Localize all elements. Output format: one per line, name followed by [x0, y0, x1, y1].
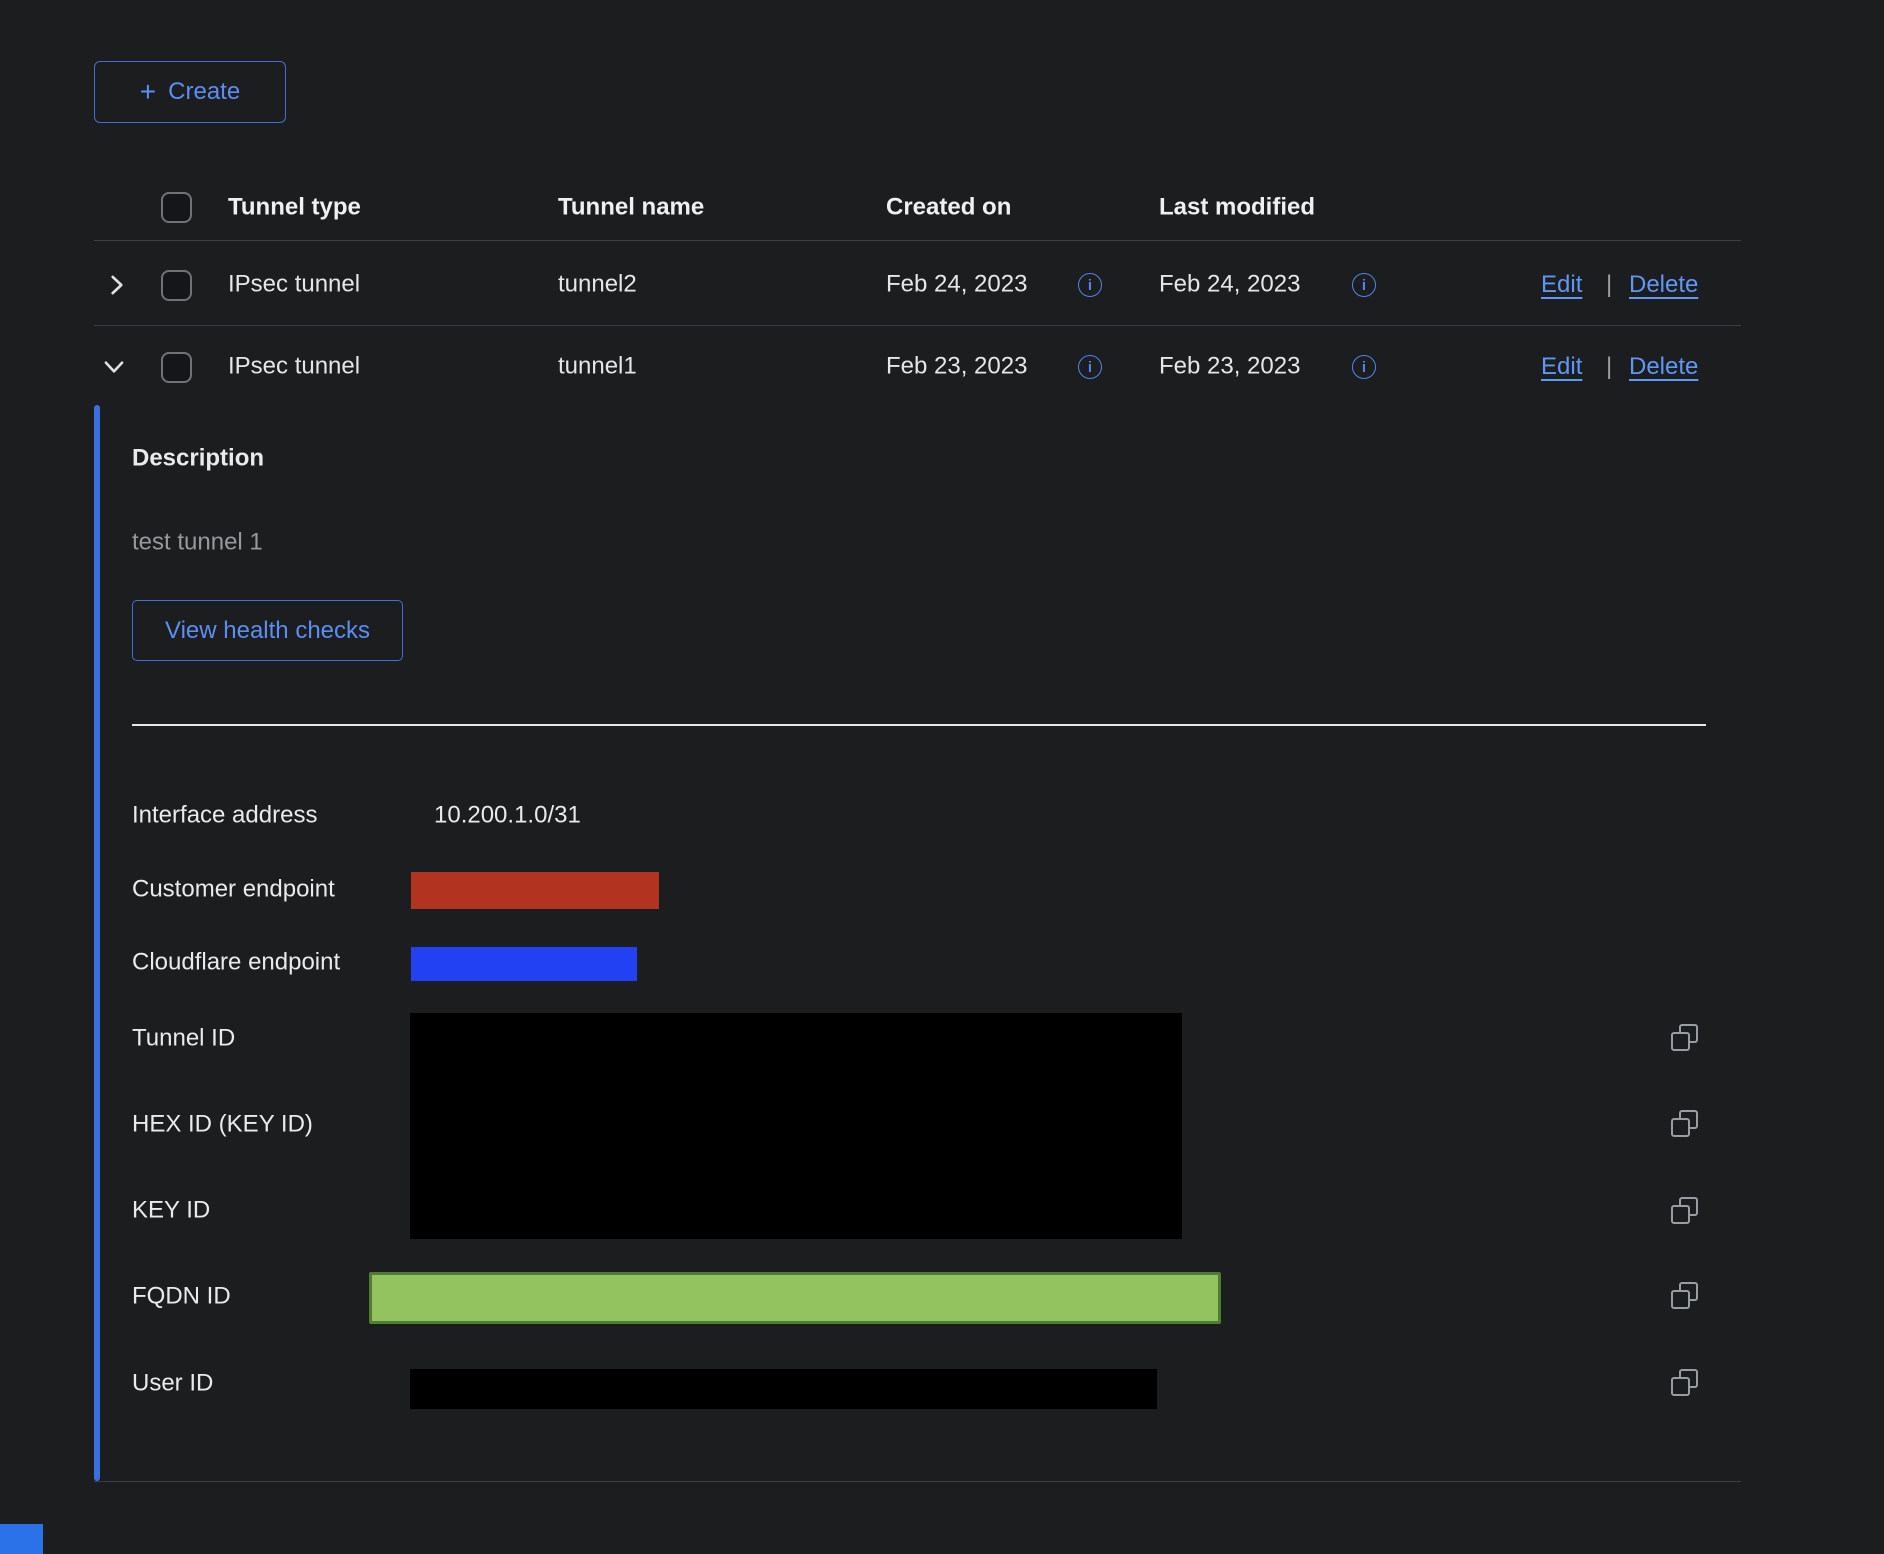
view-health-checks-label: View health checks	[165, 617, 370, 645]
hex-id-label: HEX ID (KEY ID)	[132, 1111, 313, 1140]
header-divider	[94, 240, 1741, 241]
copy-icon-front	[1671, 1032, 1690, 1051]
delete-link[interactable]: Delete	[1629, 353, 1698, 381]
expanded-row-indicator-bar	[94, 405, 100, 1481]
column-header-last-modified: Last modified	[1159, 194, 1315, 223]
interface-address-value: 10.200.1.0/31	[434, 802, 581, 831]
info-icon[interactable]: i	[1352, 273, 1376, 297]
last-modified-cell: Feb 24, 2023	[1159, 271, 1300, 300]
bottom-left-blue-element	[0, 1524, 43, 1554]
copy-icon[interactable]	[1671, 1110, 1698, 1142]
tunnel-name-cell: tunnel1	[558, 353, 637, 382]
user-id-redaction	[410, 1369, 1157, 1409]
interface-address-label: Interface address	[132, 802, 317, 831]
column-header-created-on: Created on	[886, 194, 1011, 223]
action-separator: |	[1606, 271, 1612, 299]
select-all-checkbox[interactable]	[161, 192, 192, 223]
info-icon-glyph: i	[1362, 278, 1366, 293]
created-on-cell: Feb 23, 2023	[886, 353, 1027, 382]
last-modified-cell: Feb 23, 2023	[1159, 353, 1300, 382]
description-value: test tunnel 1	[132, 529, 263, 558]
fqdn-id-redaction	[369, 1272, 1221, 1324]
plus-icon: +	[140, 76, 156, 108]
panel-bottom-divider	[94, 1481, 1741, 1482]
info-icon-glyph: i	[1088, 278, 1092, 293]
section-divider	[132, 724, 1706, 726]
copy-icon[interactable]	[1671, 1369, 1698, 1401]
info-icon-glyph: i	[1362, 360, 1366, 375]
delete-link[interactable]: Delete	[1629, 271, 1698, 299]
row-checkbox[interactable]	[161, 270, 192, 301]
edit-link[interactable]: Edit	[1541, 271, 1582, 299]
description-label: Description	[132, 445, 264, 474]
tunnels-page: + Create Tunnel type Tunnel name Created…	[0, 0, 1884, 1554]
copy-icon[interactable]	[1671, 1024, 1698, 1056]
info-icon-glyph: i	[1088, 360, 1092, 375]
row-divider	[94, 325, 1741, 326]
action-separator: |	[1606, 353, 1612, 381]
create-button[interactable]: + Create	[94, 61, 286, 123]
copy-icon[interactable]	[1671, 1197, 1698, 1229]
tunnel-id-label: Tunnel ID	[132, 1025, 235, 1054]
cloudflare-endpoint-redaction	[411, 947, 637, 981]
view-health-checks-button[interactable]: View health checks	[132, 600, 403, 661]
create-button-label: Create	[168, 78, 240, 106]
chevron-right-icon[interactable]	[104, 272, 130, 298]
info-icon[interactable]: i	[1078, 355, 1102, 379]
info-icon[interactable]: i	[1352, 355, 1376, 379]
copy-icon-front	[1671, 1290, 1690, 1309]
info-icon[interactable]: i	[1078, 273, 1102, 297]
edit-link[interactable]: Edit	[1541, 353, 1582, 381]
customer-endpoint-redaction	[411, 872, 659, 909]
fqdn-id-label: FQDN ID	[132, 1283, 231, 1312]
key-id-label: KEY ID	[132, 1197, 210, 1226]
cloudflare-endpoint-label: Cloudflare endpoint	[132, 949, 340, 978]
copy-icon-front	[1671, 1377, 1690, 1396]
tunnel-type-cell: IPsec tunnel	[228, 353, 360, 382]
customer-endpoint-label: Customer endpoint	[132, 876, 335, 905]
user-id-label: User ID	[132, 1370, 213, 1399]
tunnel-ids-redaction	[410, 1013, 1182, 1239]
column-header-tunnel-name: Tunnel name	[558, 194, 704, 223]
created-on-cell: Feb 24, 2023	[886, 271, 1027, 300]
tunnel-type-cell: IPsec tunnel	[228, 271, 360, 300]
copy-icon-front	[1671, 1118, 1690, 1137]
row-checkbox[interactable]	[161, 352, 192, 383]
copy-icon-front	[1671, 1205, 1690, 1224]
copy-icon[interactable]	[1671, 1282, 1698, 1314]
tunnel-name-cell: tunnel2	[558, 271, 637, 300]
chevron-down-icon[interactable]	[101, 354, 127, 380]
column-header-tunnel-type: Tunnel type	[228, 194, 361, 223]
